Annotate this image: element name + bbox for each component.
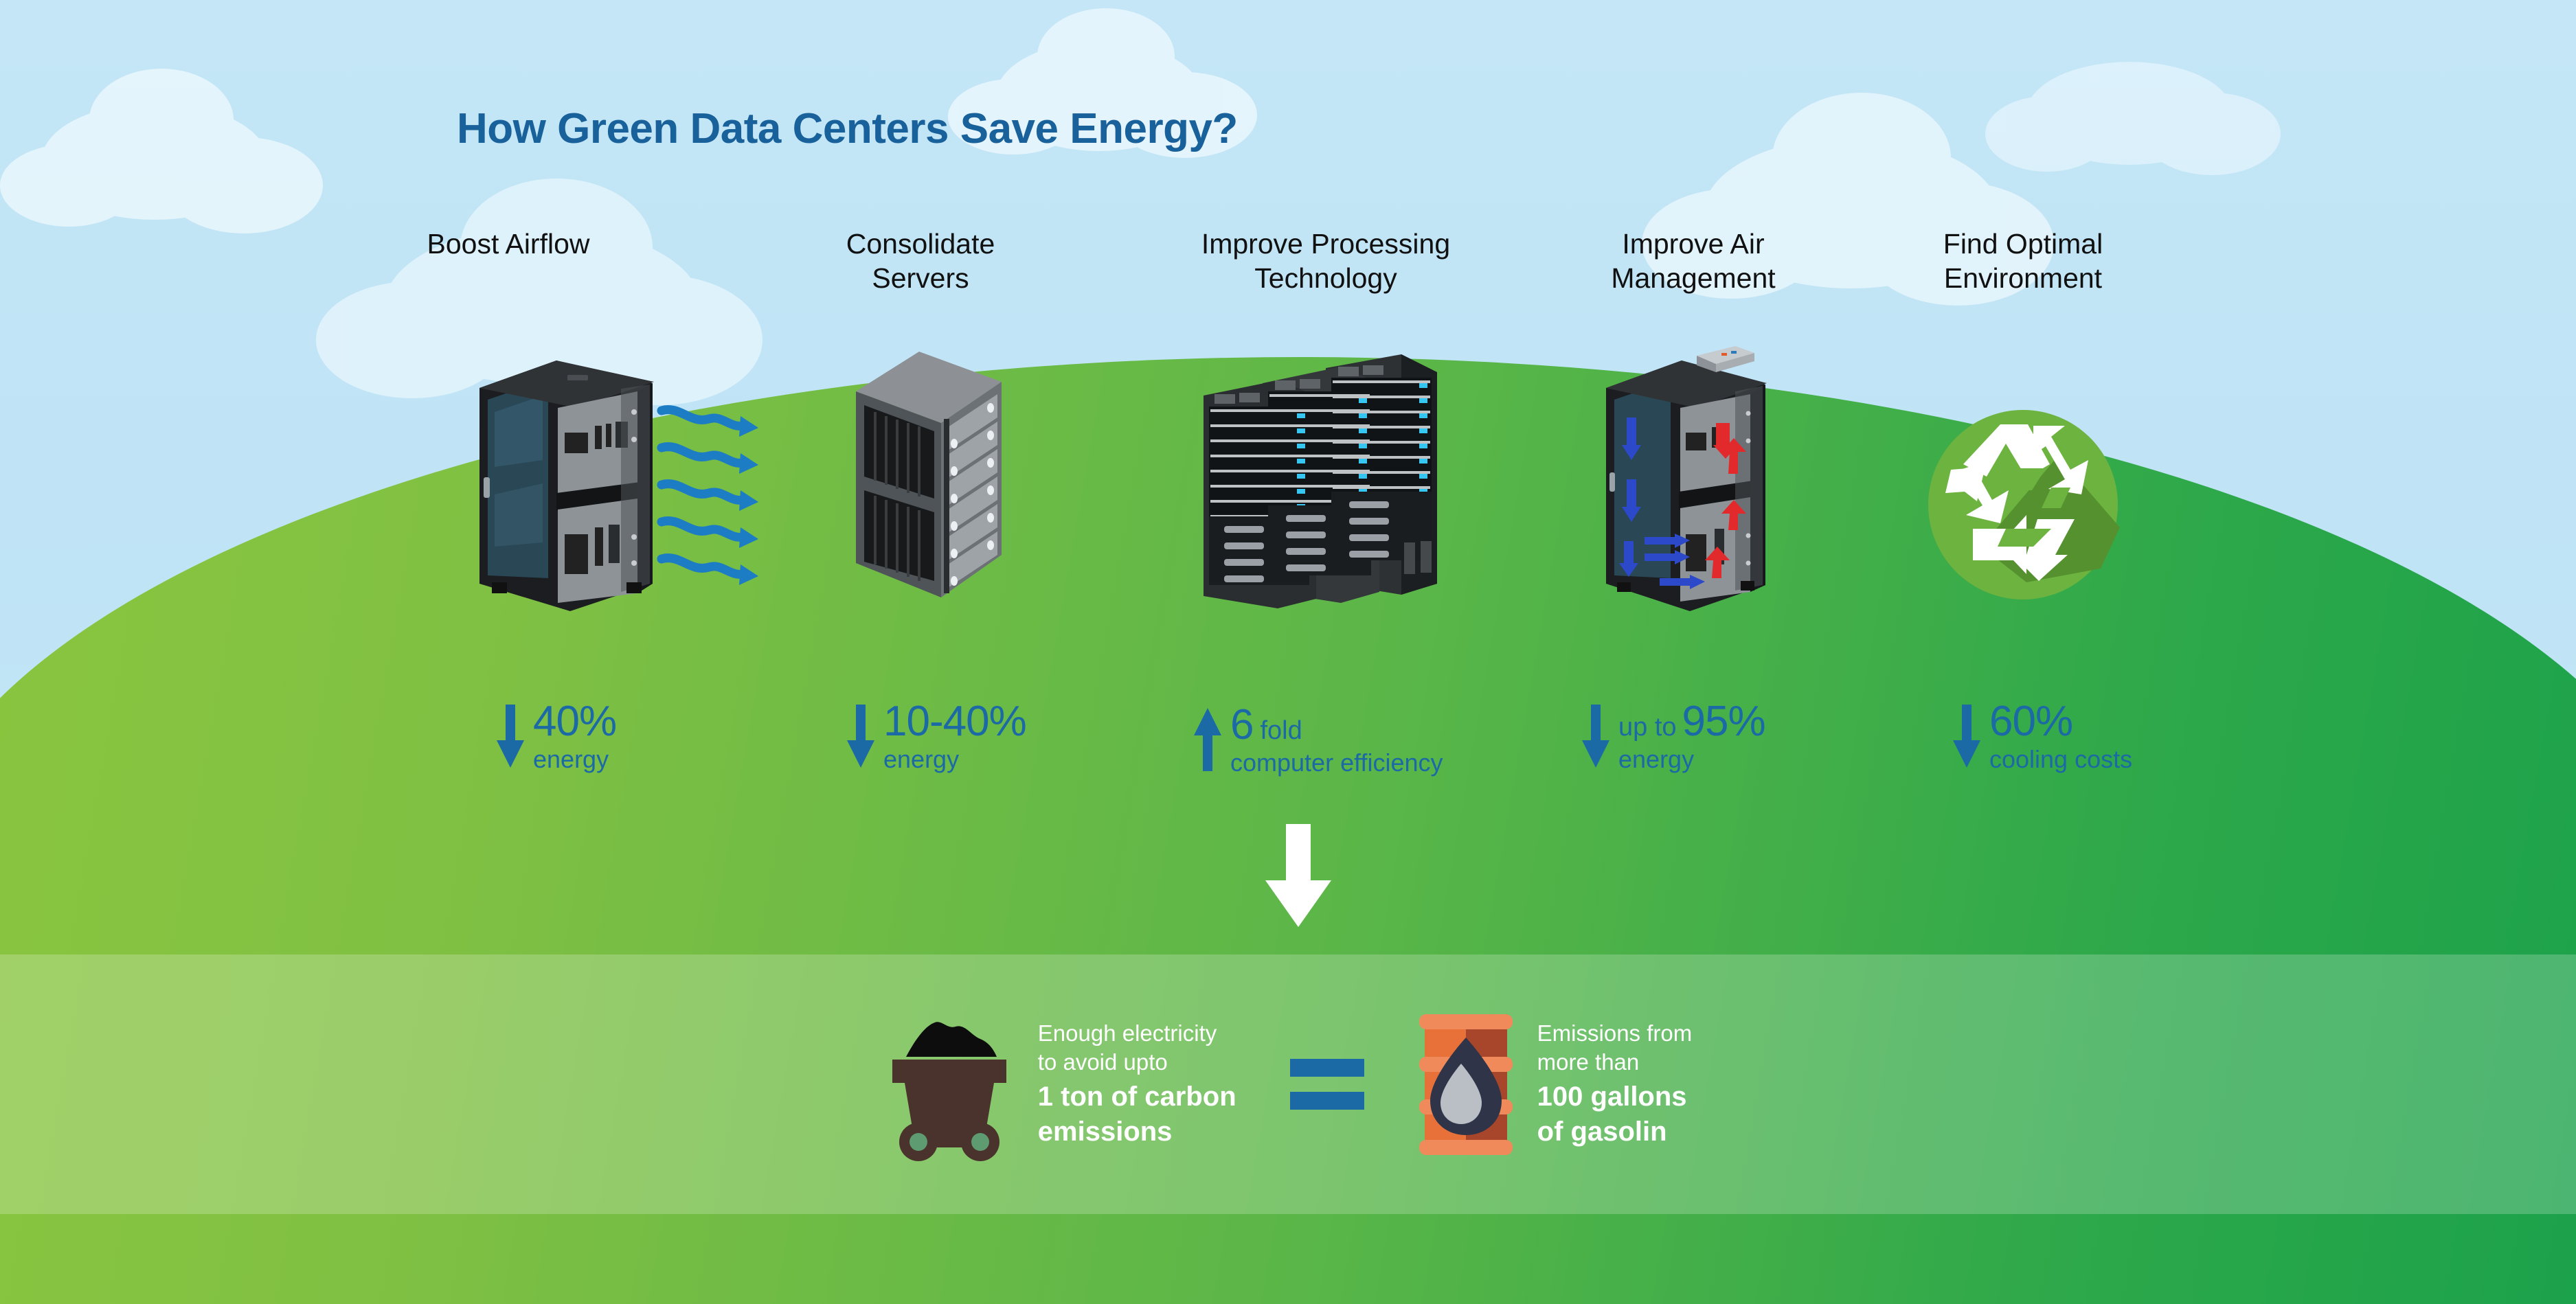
column-improve-air-management: Improve Air Management: [1539, 227, 1848, 295]
stat-suffix: fold: [1260, 716, 1302, 745]
column-heading: Consolidate Servers: [846, 228, 995, 295]
blade-server-trio-icon: [1195, 343, 1470, 611]
column-boost-airflow: Boost Airflow: [343, 227, 673, 261]
stat-value: 6: [1230, 701, 1254, 748]
equals-icon: [1289, 1059, 1364, 1110]
column-heading: Find Optimal Environment: [1943, 228, 2103, 295]
column-heading: Improve Air Management: [1611, 228, 1776, 295]
banner-left-bold-text: 1 ton of carbon emissions: [1037, 1082, 1236, 1147]
stat-consolidate-servers: 10-40% energy: [845, 698, 1027, 773]
stat-sublabel: energy: [533, 745, 609, 773]
page-title: How Green Data Centers Save Energy?: [457, 105, 1238, 152]
down-arrow-icon: [1582, 705, 1609, 768]
column-heading: Boost Airflow: [427, 228, 590, 260]
stat-sublabel: energy: [883, 745, 960, 773]
coal-cart-icon: [892, 1021, 1006, 1161]
server-rack-air-management-icon: [1594, 336, 1779, 618]
airflow-arrow-icon: [657, 405, 749, 579]
down-arrow-icon: [1953, 705, 1980, 768]
cloud-icon: [0, 69, 323, 233]
banner-left-light-text: Enough electricity to avoid upto: [1037, 1020, 1217, 1075]
stat-value: 60%: [1989, 698, 2073, 745]
up-arrow-icon: [1194, 708, 1221, 771]
banner-right-group: Emissions from more than 100 gallons of …: [1418, 1007, 1693, 1162]
flow-down-arrow-icon: [1263, 824, 1334, 927]
stat-prefix: up to: [1618, 713, 1677, 742]
stat-value: 95%: [1682, 698, 1766, 745]
column-consolidate-servers: Consolidate Servers: [776, 227, 1065, 295]
server-cabinet-icon: [845, 336, 1037, 618]
stat-value: 40%: [533, 698, 617, 745]
column-find-optimal-environment: Find Optimal Environment: [1862, 227, 2184, 295]
stat-improve-air-management: up to 95% energy: [1580, 698, 1766, 773]
oil-barrel-icon: [1419, 1014, 1513, 1155]
column-heading: Improve Processing Technology: [1201, 228, 1451, 295]
banner-left-text: Enough electricity to avoid upto 1 ton o…: [1038, 1019, 1236, 1150]
stat-value: 10-40%: [883, 698, 1027, 745]
banner-right-bold-text: 100 gallons of gasolin: [1537, 1082, 1687, 1147]
stat-sublabel: energy: [1618, 745, 1695, 773]
stat-sublabel: cooling costs: [1989, 745, 2133, 773]
summary-banner: Enough electricity to avoid upto 1 ton o…: [0, 954, 2576, 1214]
infographic-canvas: How Green Data Centers Save Energy? Boos…: [0, 0, 2576, 1304]
banner-right-light-text: Emissions from more than: [1537, 1020, 1693, 1075]
down-arrow-icon: [497, 705, 524, 768]
cloud-icon: [1985, 62, 2281, 175]
stat-boost-airflow: 40% energy: [495, 698, 617, 773]
banner-right-text: Emissions from more than 100 gallons of …: [1537, 1019, 1693, 1150]
down-arrow-icon: [847, 705, 874, 768]
stat-find-optimal-environment: 60% cooling costs: [1951, 700, 2132, 772]
banner-left-group: Enough electricity to avoid upto 1 ton o…: [884, 1007, 1236, 1162]
recycle-icon: [1923, 405, 2123, 604]
stat-sublabel: computer efficiency: [1230, 748, 1443, 777]
server-rack-airflow-icon: [467, 336, 762, 618]
stat-improve-processing-technology: 6 fold computer efficiency: [1192, 704, 1443, 775]
column-improve-processing-technology: Improve Processing Technology: [1127, 227, 1525, 295]
